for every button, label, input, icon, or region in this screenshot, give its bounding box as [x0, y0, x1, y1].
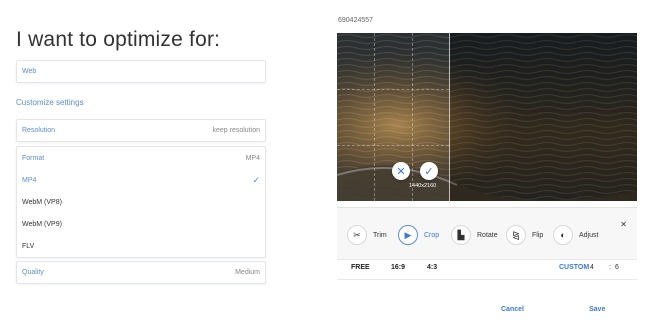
quality-value: Medium [235, 269, 260, 276]
confirm-crop-icon[interactable]: ✓ [420, 162, 438, 180]
optimize-target-select[interactable]: Web [16, 60, 266, 83]
crop-guide-line [337, 145, 449, 146]
crop-label: Crop [424, 231, 440, 239]
adjust-tool[interactable]: ◐ Adjust [553, 225, 598, 245]
format-option-webm-vp9[interactable]: WebM (VP9) [17, 213, 265, 235]
checkmark-icon: ✓ [252, 174, 260, 185]
quality-label: Quality [22, 269, 44, 276]
format-option-label: FLV [22, 242, 35, 250]
resolution-label: Resolution [22, 127, 56, 134]
save-button[interactable]: Save [589, 306, 605, 313]
format-dropdown: Format MP4 MP4 ✓ WebM (VP8) WebM (VP9) F… [16, 146, 266, 258]
custom-width-input[interactable]: 4 [590, 264, 594, 271]
trim-tool[interactable]: ✂ Trim [347, 225, 387, 245]
rotate-icon: ▙ [451, 225, 471, 245]
trim-label: Trim [373, 231, 387, 239]
custom-height-input[interactable]: 6 [615, 264, 619, 271]
ratio-custom-button[interactable]: CUSTOM [559, 264, 589, 271]
edit-toolbar: ✂ Trim ▶ Crop ▙ Rotate ⧎ Flip ◐ Adjust ✕ [337, 207, 637, 260]
quality-select[interactable]: Quality Medium [16, 261, 266, 284]
format-option-mp4[interactable]: MP4 ✓ [17, 169, 265, 191]
video-filename: 690424557 [338, 17, 374, 24]
cancel-crop-icon[interactable]: ✕ [392, 162, 410, 180]
format-option-label: WebM (VP9) [22, 220, 62, 228]
optimize-target-value: Web [22, 68, 37, 75]
format-option-webm-vp8[interactable]: WebM (VP8) [17, 191, 265, 213]
crop-play-icon: ▶ [398, 225, 418, 245]
ratio-separator: : [609, 264, 611, 271]
format-option-flv[interactable]: FLV [17, 235, 265, 257]
crop-guide-line [337, 89, 449, 90]
format-option-label: MP4 [22, 176, 37, 184]
flip-icon: ⧎ [506, 225, 526, 245]
rotate-tool[interactable]: ▙ Rotate [451, 225, 498, 245]
close-icon[interactable]: ✕ [620, 220, 627, 229]
resolution-select[interactable]: Resolution keep resolution [16, 119, 266, 142]
format-label: Format [22, 154, 45, 162]
crop-guide-line [374, 33, 375, 201]
adjust-label: Adjust [579, 231, 599, 239]
crop-tool[interactable]: ▶ Crop [398, 225, 439, 245]
format-option-label: WebM (VP8) [22, 198, 62, 206]
adjust-icon: ◐ [553, 225, 573, 245]
scissors-icon: ✂ [347, 225, 367, 245]
video-frame [337, 33, 637, 201]
aspect-ratio-bar: FREE 16:9 4:3 CUSTOM 4 : 6 [337, 259, 637, 280]
page-title: I want to optimize for: [16, 28, 221, 51]
cancel-button[interactable]: Cancel [501, 306, 524, 313]
format-value: MP4 [245, 154, 260, 162]
video-preview[interactable]: ✕ ✓ 1440x2160 [337, 33, 637, 201]
format-header[interactable]: Format MP4 [17, 147, 265, 169]
ratio-16-9-button[interactable]: 16:9 [391, 264, 405, 271]
crop-handle-edge[interactable] [449, 33, 450, 201]
crop-guide-line [412, 33, 413, 201]
resolution-value: keep resolution [212, 127, 260, 134]
rotate-label: Rotate [477, 231, 498, 239]
crop-dimensions: 1440x2160 [409, 183, 437, 189]
ratio-4-3-button[interactable]: 4:3 [427, 264, 437, 271]
ratio-free-button[interactable]: FREE [351, 264, 370, 271]
flip-tool[interactable]: ⧎ Flip [506, 225, 543, 245]
flip-label: Flip [532, 231, 544, 239]
customize-settings-link[interactable]: Customize settings [16, 98, 84, 107]
